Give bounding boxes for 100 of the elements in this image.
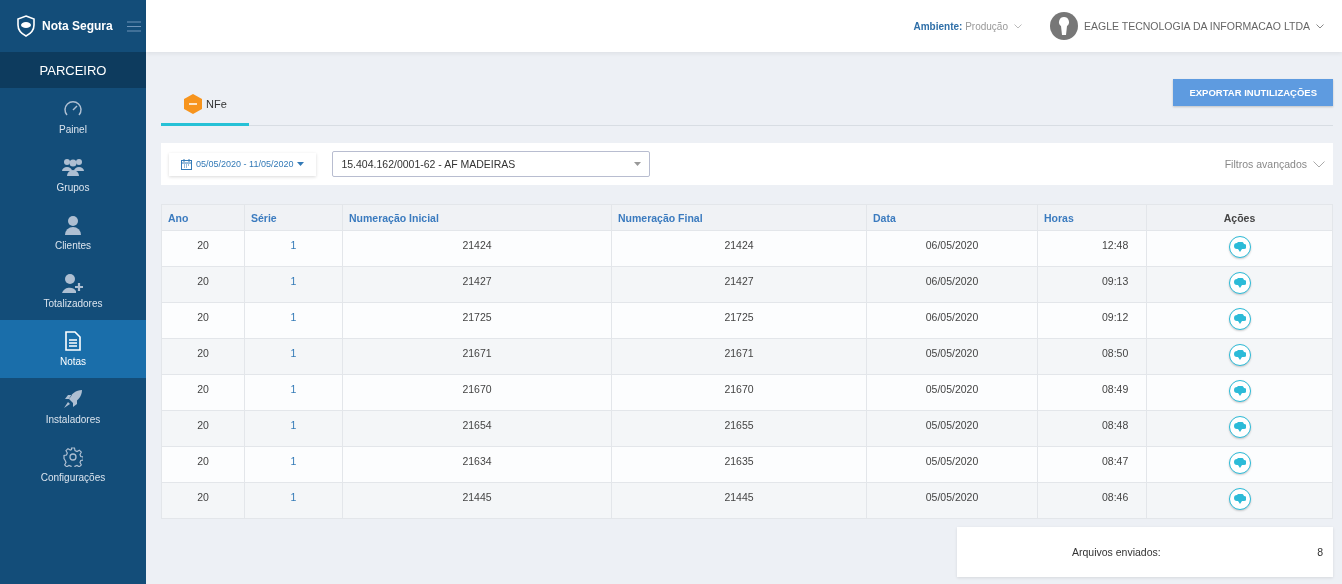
hexagon-icon: [183, 93, 203, 115]
keyhole-icon: [1058, 16, 1070, 36]
table-cell: 05/05/2020: [925, 419, 979, 431]
table-cell: 1: [290, 347, 297, 359]
table-cell: 08:50: [1102, 347, 1129, 359]
cloud-download-button[interactable]: [1228, 236, 1251, 258]
table-cell: 09:12: [1102, 311, 1129, 323]
table-cell: 08:46: [1102, 491, 1129, 503]
table-cell: 20: [197, 311, 209, 323]
advanced-filters-toggle[interactable]: Filtros avançados: [1224, 158, 1325, 170]
column-header: Numeração Final: [611, 204, 867, 231]
column-header: Ano: [161, 204, 245, 231]
table-cell: 21671: [462, 347, 492, 359]
group-icon: [62, 157, 84, 177]
company-dropdown[interactable]: EAGLE TECNOLOGIA DA INFORMACAO LTDA: [1084, 20, 1324, 32]
tab[interactable]: NFe: [161, 93, 249, 126]
table-cell: 06/05/2020: [925, 239, 979, 251]
chevron-down-icon: [1316, 23, 1324, 29]
summary-value: 8: [1317, 546, 1323, 558]
table-cell: 09:13: [1102, 275, 1129, 287]
document-icon: [65, 331, 81, 351]
table-cell: 1: [290, 275, 297, 287]
cloud-download-button[interactable]: [1228, 380, 1251, 402]
chevron-down-icon: [1014, 23, 1022, 29]
shield-logo-icon: [16, 15, 36, 37]
table-cell: 20: [197, 491, 209, 503]
sidebar-item[interactable]: Totalizadores: [0, 262, 146, 320]
chevron-down-icon: [1313, 160, 1325, 168]
menu-icon[interactable]: [126, 20, 141, 32]
summary-label: Arquivos enviados:: [1072, 546, 1161, 558]
table-cell: 06/05/2020: [925, 311, 979, 323]
table-cell: 21671: [724, 347, 754, 359]
table-cell: 05/05/2020: [925, 455, 979, 467]
table-cell: 21427: [462, 275, 492, 287]
table-cell: 08:47: [1102, 455, 1129, 467]
table-cell: 05/05/2020: [925, 347, 979, 359]
sidebar-item[interactable]: Notas: [0, 320, 146, 378]
table-cell: 20: [197, 347, 209, 359]
table-cell: 05/05/2020: [925, 491, 979, 503]
table-cell: 20: [197, 455, 209, 467]
cloud-download-icon: [1233, 493, 1246, 505]
cloud-download-button[interactable]: [1228, 344, 1251, 366]
table-cell: 12:48: [1102, 239, 1129, 251]
table-cell: 21725: [462, 311, 492, 323]
company-select[interactable]: 15.404.162/0001-62 - AF MADEIRAS: [332, 151, 651, 177]
cloud-download-icon: [1233, 385, 1246, 397]
table-cell: 08:49: [1102, 383, 1129, 395]
user-icon: [64, 215, 82, 235]
brand-name: Nota Segura: [42, 19, 113, 33]
settings-icon: [63, 447, 83, 467]
table-cell: 1: [290, 311, 297, 323]
user-plus-icon: [62, 273, 84, 293]
cloud-download-icon: [1233, 241, 1246, 253]
table-cell: 20: [197, 275, 209, 287]
environment-dropdown[interactable]: Ambiente: Produção: [913, 20, 1022, 32]
sidebar-item[interactable]: Painel: [0, 88, 146, 146]
column-header: Data: [866, 204, 1038, 231]
cloud-download-icon: [1233, 277, 1246, 289]
table-cell: 21424: [724, 239, 754, 251]
cloud-download-button[interactable]: [1228, 272, 1251, 294]
table-cell: 21725: [724, 311, 754, 323]
cloud-download-button[interactable]: [1228, 488, 1251, 510]
table-cell: 1: [290, 491, 297, 503]
table-cell: 21654: [462, 419, 492, 431]
table-cell: 08:48: [1102, 419, 1129, 431]
table-cell: 21634: [462, 455, 492, 467]
table-cell: 21670: [724, 383, 754, 395]
column-header: Ações: [1146, 204, 1333, 231]
cloud-download-icon: [1233, 313, 1246, 325]
cloud-download-icon: [1233, 421, 1246, 433]
table-cell: 21445: [462, 491, 492, 503]
cloud-download-icon: [1233, 457, 1246, 469]
sidebar-item[interactable]: Instaladores: [0, 378, 146, 436]
table-cell: 21424: [462, 239, 492, 251]
table-cell: 20: [197, 239, 209, 251]
sidebar-item[interactable]: Grupos: [0, 146, 146, 204]
section-title: PARCEIRO: [0, 52, 146, 88]
table-cell: 21635: [724, 455, 754, 467]
table-cell: 1: [290, 419, 297, 431]
table-cell: 20: [197, 383, 209, 395]
sidebar-item[interactable]: Configurações: [0, 436, 146, 494]
table-cell: 1: [290, 239, 297, 251]
table-cell: 05/05/2020: [925, 383, 979, 395]
table-cell: 21655: [724, 419, 754, 431]
caret-icon: [634, 162, 642, 166]
cloud-download-button[interactable]: [1228, 308, 1251, 330]
table-cell: 21670: [462, 383, 492, 395]
column-header: Série: [244, 204, 343, 231]
table-cell: 1: [290, 383, 297, 395]
table-cell: 21427: [724, 275, 754, 287]
column-header: Numeração Inicial: [342, 204, 612, 231]
table-cell: 1: [290, 455, 297, 467]
caret-icon: [297, 162, 305, 166]
sidebar-item[interactable]: Clientes: [0, 204, 146, 262]
cloud-download-button[interactable]: [1228, 416, 1251, 438]
table-cell: 20: [197, 419, 209, 431]
table-cell: 06/05/2020: [925, 275, 979, 287]
cloud-download-button[interactable]: [1228, 452, 1251, 474]
date-range-picker[interactable]: 05/05/2020 - 11/05/2020: [169, 152, 317, 176]
calendar-icon: [181, 158, 192, 170]
